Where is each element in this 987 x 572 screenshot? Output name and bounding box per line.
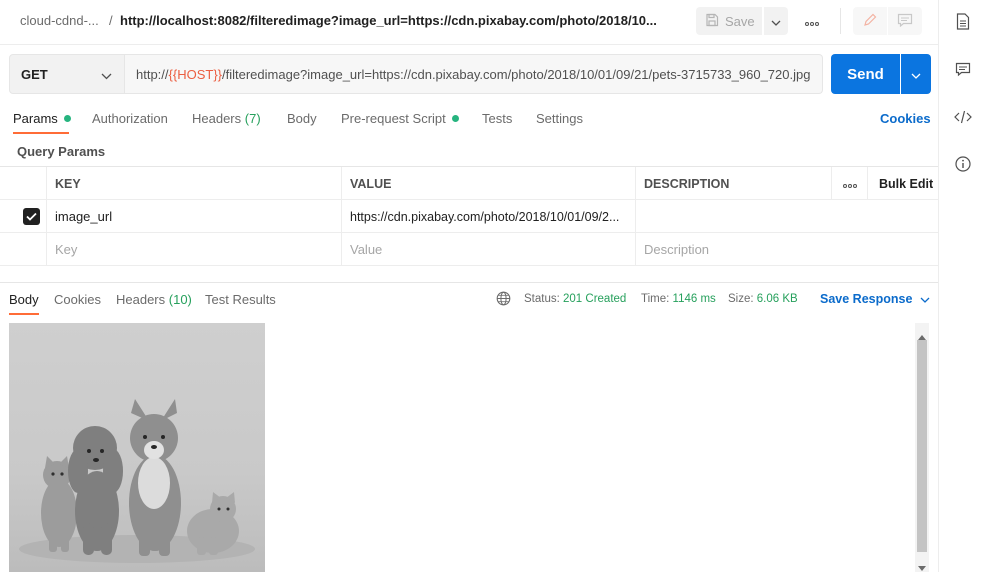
response-tab-body[interactable]: Body [9,292,39,307]
toolbar-divider [840,8,841,34]
key-placeholder[interactable]: Key [46,233,341,266]
status-value: 201 Created [563,293,627,305]
url-prefix: http:// [136,66,169,82]
code-icon[interactable] [954,108,972,126]
tab-headers-count: (7) [244,111,261,126]
size-label: Size: [728,293,754,305]
tab-params-label: Params [13,111,58,126]
response-status: Status: 201 Created [524,293,626,305]
table-row: image_url https://cdn.pixabay.com/photo/… [0,200,938,233]
tab-body-label: Body [287,111,317,126]
tab-settings-label: Settings [536,111,583,126]
table-header-row: KEY VALUE DESCRIPTION Bulk Edit [0,167,938,200]
more-actions-button[interactable] [798,7,826,35]
tab-tests[interactable]: Tests [482,111,512,126]
table-row-empty: Key Value Description [0,233,938,266]
send-button[interactable]: Send [831,54,900,94]
active-response-tab-indicator [9,313,39,315]
url-input[interactable]: http://{{HOST}}/filteredimage?image_url=… [125,54,823,94]
response-tab-test-results[interactable]: Test Results [205,292,276,307]
document-icon[interactable] [954,12,972,30]
scroll-down-icon[interactable] [918,559,926,572]
table-options-button[interactable] [831,167,867,200]
request-name[interactable]: http://localhost:8082/filteredimage?imag… [120,13,657,28]
edit-button[interactable] [853,7,887,35]
time-value: 1146 ms [672,293,716,305]
save-options-button[interactable] [764,7,788,35]
response-image [9,323,265,572]
comment-icon [897,13,913,30]
checkbox-header [0,167,46,200]
param-checkbox[interactable] [23,208,40,225]
status-dot [63,115,71,122]
params-table: KEY VALUE DESCRIPTION Bulk Edit image_ur… [0,166,938,266]
row-checkbox-cell [0,200,46,233]
url-suffix: /filteredimage?image_url=https://cdn.pix… [222,66,811,82]
save-button[interactable]: Save [696,7,762,35]
tab-params[interactable]: Params [13,111,71,126]
pencil-icon [863,13,877,30]
response-tab-headers-label: Headers [116,292,166,307]
comments-icon[interactable] [954,60,972,78]
more-horizontal-icon [805,14,819,29]
active-tab-indicator [13,132,69,134]
description-header: DESCRIPTION [635,167,831,200]
globe-icon[interactable] [496,291,511,306]
tab-headers-label: Headers [192,111,242,126]
param-value-cell[interactable]: https://cdn.pixabay.com/photo/2018/10/01… [341,200,635,233]
param-key-cell[interactable]: image_url [46,200,341,233]
value-placeholder[interactable]: Value [341,233,635,266]
row-checkbox-cell [0,233,46,266]
scroll-thumb[interactable] [917,340,927,552]
right-sidebar [938,0,987,572]
response-time: Time: 1146 ms [641,293,716,305]
response-headers-count: (10) [168,292,192,307]
bulk-edit-button[interactable]: Bulk Edit [867,167,938,200]
status-label: Status: [524,293,560,305]
tab-authorization[interactable]: Authorization [92,111,168,126]
breadcrumb-parent[interactable]: cloud-cdnd-... [20,13,99,28]
send-label: Send [847,65,884,83]
response-size: Size: 6.06 KB [728,293,798,305]
tab-pre-request-script[interactable]: Pre-request Script [341,111,459,126]
description-placeholder[interactable]: Description [635,233,938,266]
method-label: GET [21,66,48,82]
save-label: Save [725,13,755,29]
top-bar: cloud-cdnd-... / http://localhost:8082/f… [0,0,938,44]
save-response-button[interactable]: Save Response [820,292,930,306]
tab-authorization-label: Authorization [92,111,168,126]
tab-headers[interactable]: Headers (7) [192,111,261,126]
size-value: 6.06 KB [756,293,798,305]
save-icon [705,13,719,30]
send-options-button[interactable] [901,54,931,94]
response-scrollbar[interactable] [915,323,929,572]
tab-settings[interactable]: Settings [536,111,583,126]
save-response-label: Save Response [820,292,913,306]
status-dot [451,115,459,122]
tab-tests-label: Tests [482,111,513,126]
method-select[interactable]: GET [9,54,125,94]
response-tab-headers[interactable]: Headers (10) [116,292,192,307]
key-header: KEY [46,167,341,200]
query-params-title: Query Params [17,144,106,159]
param-description-cell[interactable] [635,200,938,233]
url-variable: {{HOST}} [168,66,223,82]
chevron-down-icon [101,68,112,83]
tab-body[interactable]: Body [287,111,317,126]
comment-button[interactable] [888,7,922,35]
chevron-down-icon [771,14,781,29]
top-divider [0,44,938,45]
cookies-link[interactable]: Cookies [880,111,931,126]
tab-pre-request-label: Pre-request Script [341,111,446,126]
chevron-down-icon [911,67,921,82]
value-header: VALUE [341,167,635,200]
breadcrumb-separator: / [109,13,113,28]
more-horizontal-icon [842,177,857,191]
time-label: Time: [641,293,670,305]
response-tab-cookies[interactable]: Cookies [54,292,101,307]
info-icon[interactable] [954,155,972,173]
response-divider [0,282,938,283]
chevron-down-icon [920,292,930,306]
